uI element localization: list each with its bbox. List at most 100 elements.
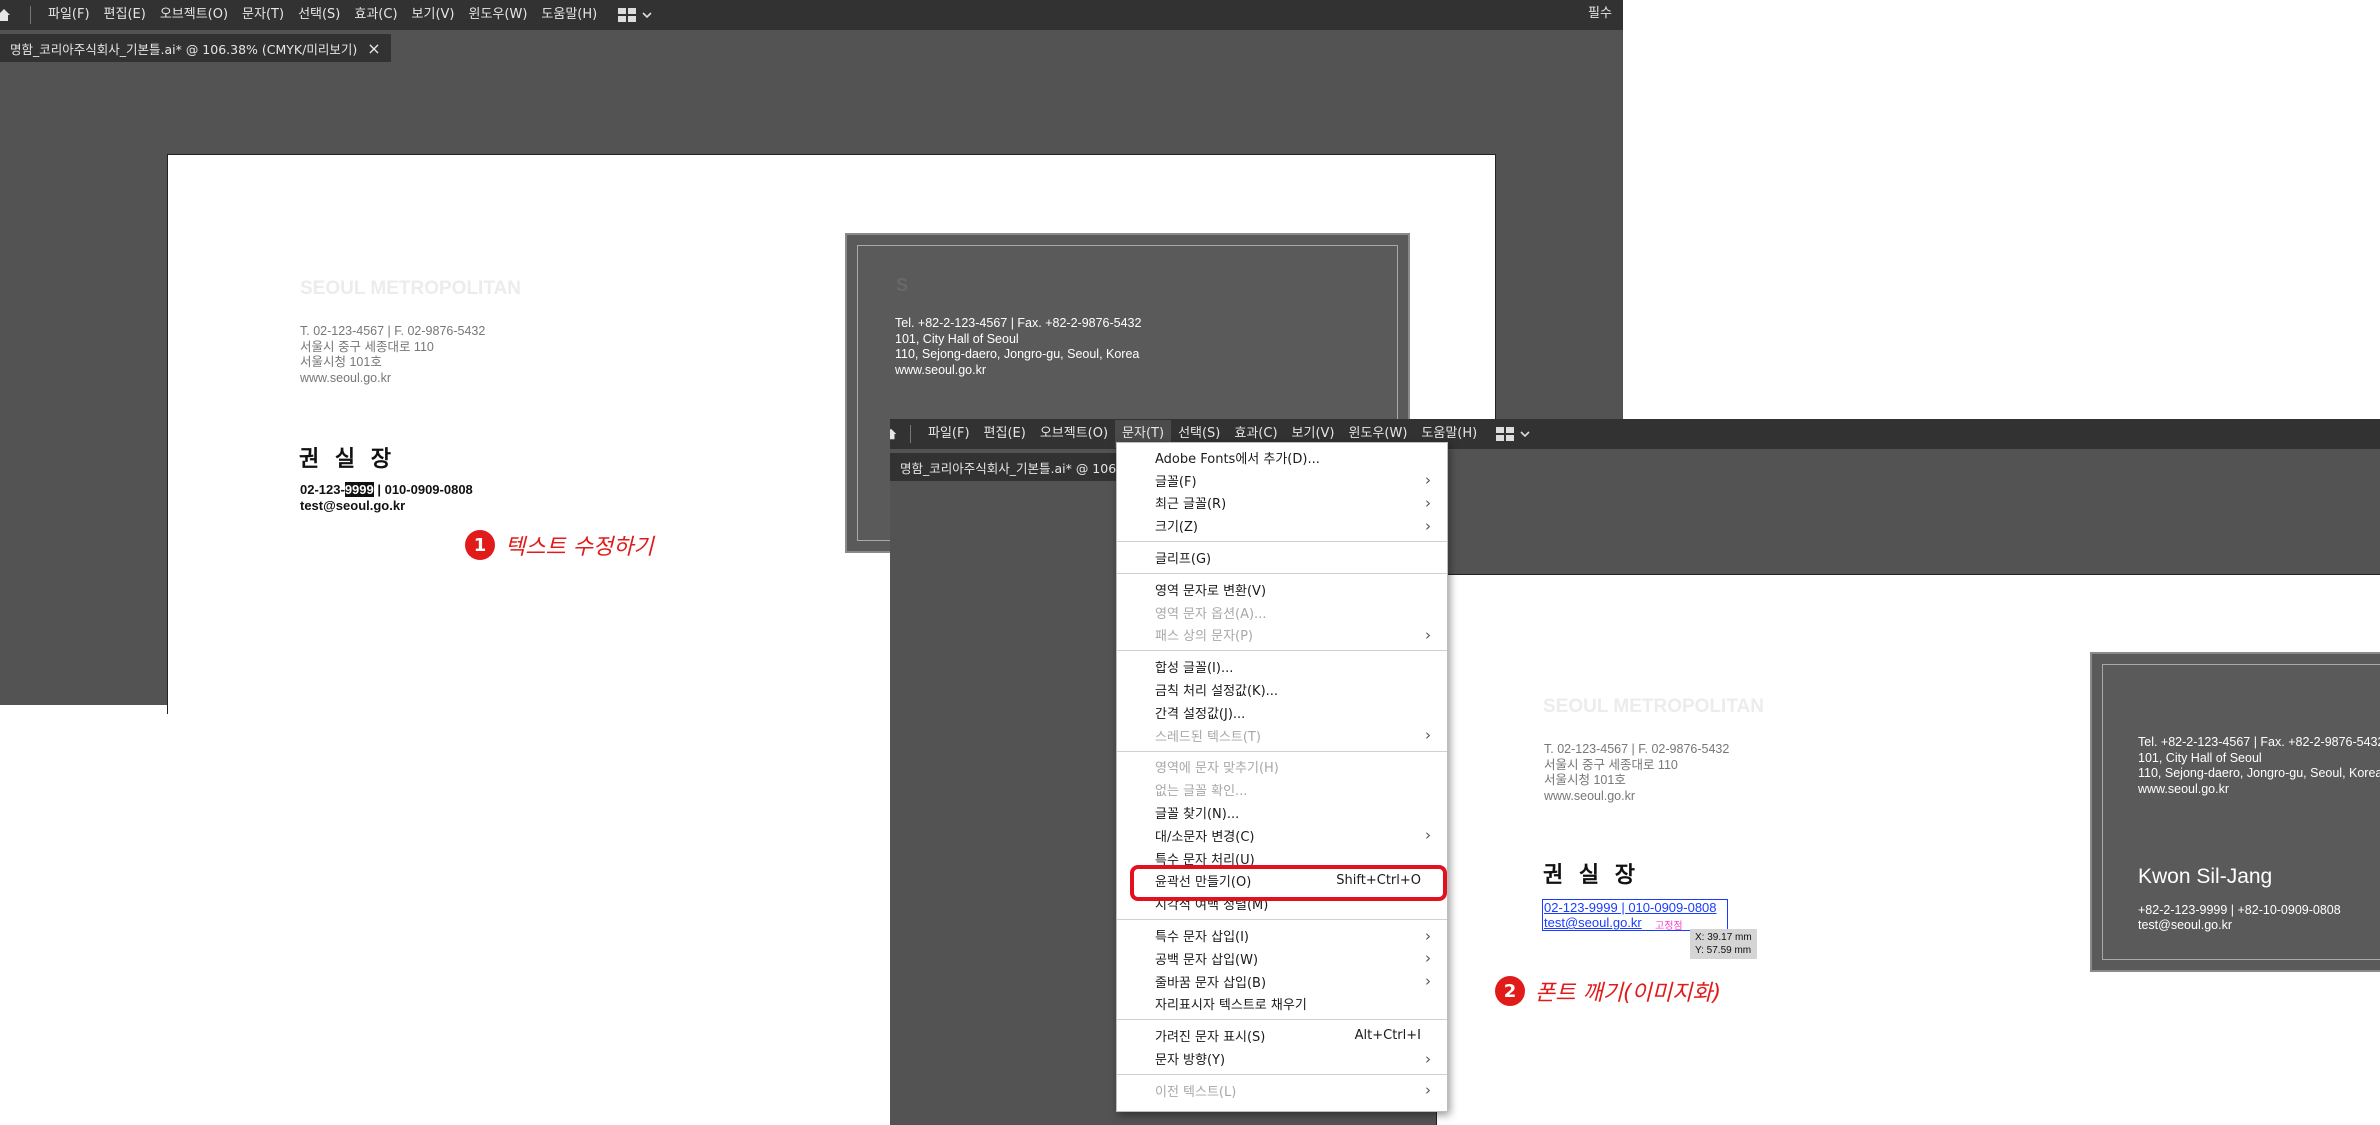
menu-item[interactable]: 글꼴 찾기(N)...: [1117, 801, 1447, 824]
tooltip-y: Y: 57.59 mm: [1695, 945, 1752, 956]
back-business-card-2[interactable]: [2090, 652, 2380, 972]
menu-item[interactable]: 문자 방향(Y) ›: [1117, 1047, 1447, 1070]
menu-item[interactable]: 대/소문자 변경(C) ›: [1117, 824, 1447, 847]
menu-item[interactable]: Adobe Fonts에서 추가(D)...: [1117, 446, 1447, 469]
back-line: Tel. +82-2-123-4567 | Fax. +82-2-9876-54…: [895, 316, 1142, 330]
menu-item-label: 합성 글꼴(I)...: [1155, 661, 1234, 677]
menu-item-label: 없는 글꼴 확인...: [1155, 784, 1248, 800]
document-tab[interactable]: 명함_코리아주식회사_기본틀.ai* @ 106.38% (CMYK/미리보기)…: [0, 34, 391, 62]
front-name: 권 실 장: [299, 447, 396, 472]
step-number-badge: 2: [1495, 976, 1525, 1006]
back2-contact-lines: Tel. +82-2-123-4567 | Fax. +82-2-9876-54…: [2138, 735, 2380, 797]
back2-line: Tel. +82-2-123-4567 | Fax. +82-2-9876-54…: [2138, 735, 2380, 749]
menu-separator: [1117, 919, 1447, 921]
menu-item-label: 가려진 문자 표시(S): [1155, 1030, 1266, 1046]
front2-phone-outlined[interactable]: 02-123-9999 | 010-0909-0808: [1544, 900, 1717, 916]
menu-item-label: 영역 문자로 변환(V): [1155, 583, 1267, 599]
home-icon[interactable]: [0, 1, 30, 29]
menu-item[interactable]: 합성 글꼴(I)...: [1117, 655, 1447, 678]
menu-object[interactable]: 오브젝트(O): [1033, 420, 1115, 448]
menu-item-label: 특수 문자 삽입(I): [1155, 930, 1250, 946]
menu-item-label: 크기(Z): [1155, 520, 1198, 536]
chevron-right-icon: ›: [1425, 625, 1431, 644]
back-contact-lines: Tel. +82-2-123-4567 | Fax. +82-2-9876-54…: [895, 316, 1141, 378]
chevron-right-icon: ›: [1425, 1049, 1431, 1068]
menu-edit[interactable]: 편집(E): [977, 420, 1033, 448]
menu-item: 영역 문자 옵션(A)...: [1117, 601, 1447, 624]
coordinate-tooltip: X: 39.17 mm Y: 57.59 mm: [1690, 929, 1757, 959]
menu-item-label: 자리표시자 텍스트로 채우기: [1155, 998, 1307, 1014]
menu-separator: [1117, 750, 1447, 752]
home-icon[interactable]: [890, 420, 904, 448]
front-faint-logo: SEOUL METROPOLITAN: [300, 278, 521, 299]
front-line: www.seoul.go.kr: [300, 370, 392, 385]
back2-contact: +82-2-123-9999 | +82-10-0909-0808: [2138, 903, 2341, 917]
menu-item[interactable]: 크기(Z) ›: [1117, 514, 1447, 537]
menu-item[interactable]: 자리표시자 텍스트로 채우기: [1117, 993, 1447, 1016]
chevron-right-icon: ›: [1425, 493, 1431, 512]
menu-item[interactable]: 최근 글꼴(R) ›: [1117, 492, 1447, 515]
phone-prefix: 02-123-: [300, 482, 345, 497]
document-tab-bar: 명함_코리아주식회사_기본틀.ai* @ 106.38% (CMYK/미리보기)…: [0, 30, 1623, 62]
menu-object[interactable]: 오브젝트(O): [153, 1, 235, 29]
menu-bar: 파일(F) 편집(E) 오브젝트(O) 문자(T) 선택(S) 효과(C) 보기…: [0, 0, 1623, 30]
menu-item[interactable]: 영역 문자로 변환(V): [1117, 578, 1447, 601]
annotation-step-1: 1 텍스트 수정하기: [465, 529, 654, 561]
menu-item[interactable]: 금칙 처리 설정값(K)...: [1117, 678, 1447, 701]
menu-item-label: 글꼴 찾기(N)...: [1155, 807, 1240, 823]
menu-item[interactable]: 가려진 문자 표시(S) Alt+Ctrl+I: [1117, 1024, 1447, 1047]
anchor-point-label: 고정점: [1655, 921, 1683, 932]
front-phone[interactable]: 02-123-9999 | 010-0909-0808: [300, 482, 473, 498]
chevron-right-icon: ›: [1425, 949, 1431, 968]
front-email: test@seoul.go.kr: [300, 498, 406, 513]
menu-separator: [910, 425, 911, 443]
workspace-label[interactable]: 필수: [1588, 0, 1612, 28]
menu-item[interactable]: 간격 설정값(J)...: [1117, 701, 1447, 724]
menu-effect[interactable]: 효과(C): [347, 1, 404, 29]
menu-file[interactable]: 파일(F): [41, 1, 97, 29]
menu-window[interactable]: 윈도우(W): [462, 1, 535, 29]
menu-item[interactable]: 글리프(G): [1117, 546, 1447, 569]
front2-faint-logo: SEOUL METROPOLITAN: [1543, 696, 1764, 717]
menu-item-label: 간격 설정값(J)...: [1155, 706, 1246, 722]
menu-separator: [1117, 541, 1447, 543]
menu-item[interactable]: 공백 문자 삽입(W) ›: [1117, 947, 1447, 970]
phone-highlight[interactable]: 9999: [344, 482, 374, 497]
menu-item-label: Adobe Fonts에서 추가(D)...: [1155, 451, 1320, 467]
document-tab-2[interactable]: 명함_코리아주식회사_기본틀.ai* @ 106: [890, 453, 1127, 481]
menu-help[interactable]: 도움말(H): [534, 1, 604, 29]
menu-type[interactable]: 문자(T): [235, 1, 291, 29]
menu-item[interactable]: 글꼴(F) ›: [1117, 469, 1447, 492]
workspace-switcher-icon[interactable]: [618, 8, 652, 22]
back2-line: 110, Sejong-daero, Jongro-gu, Seoul, Kor…: [2138, 766, 2380, 780]
front-contact-lines: T. 02-123-4567 | F. 02-9876-5432 서울시 중구 …: [300, 324, 485, 386]
front2-email-outlined[interactable]: test@seoul.go.kr: [1544, 915, 1642, 931]
menu-view[interactable]: 보기(V): [405, 1, 462, 29]
front2-line: www.seoul.go.kr: [1544, 788, 1636, 803]
type-menu-dropdown: Adobe Fonts에서 추가(D)... 글꼴(F) › 최근 글꼴(R) › 크기(…: [1116, 442, 1448, 1112]
menu-select[interactable]: 선택(S): [291, 1, 347, 29]
menu-edit[interactable]: 편집(E): [97, 1, 153, 29]
annotation-text: 폰트 깨기(이미지화): [1535, 981, 1722, 1006]
menu-item-label: 글꼴(F): [1155, 474, 1197, 490]
chevron-right-icon: ›: [1425, 972, 1431, 991]
menu-item: 스레드된 텍스트(T) ›: [1117, 724, 1447, 747]
menu-file[interactable]: 파일(F): [921, 420, 977, 448]
tooltip-x: X: 39.17 mm: [1695, 932, 1752, 943]
back-line: 101, City Hall of Seoul: [895, 331, 1019, 346]
menu-item[interactable]: 줄바꿈 문자 삽입(B) ›: [1117, 970, 1447, 993]
menu-item-label: 이전 텍스트(L): [1155, 1084, 1237, 1100]
back2-line: 101, City Hall of Seoul: [2138, 750, 2262, 765]
menu-item-label: 스레드된 텍스트(T): [1155, 729, 1261, 745]
menu-item-label: 금칙 처리 설정값(K)...: [1155, 684, 1279, 700]
phone-suffix: | 010-0909-0808: [373, 482, 473, 497]
menu-item[interactable]: 특수 문자 삽입(I) ›: [1117, 924, 1447, 947]
close-icon[interactable]: ×: [367, 39, 380, 58]
workspace-switcher-icon[interactable]: [1496, 427, 1530, 441]
chevron-right-icon: ›: [1425, 516, 1431, 535]
front2-line: T. 02-123-4567 | F. 02-9876-5432: [1544, 742, 1730, 756]
document-tab-bar-2: 명함_코리아주식회사_기본틀.ai* @ 106: [890, 449, 2380, 481]
chevron-right-icon: ›: [1425, 726, 1431, 745]
document-tab-title: 명함_코리아주식회사_기본틀.ai* @ 106.38% (CMYK/미리보기): [10, 41, 358, 57]
menu-separator: [1117, 1019, 1447, 1021]
